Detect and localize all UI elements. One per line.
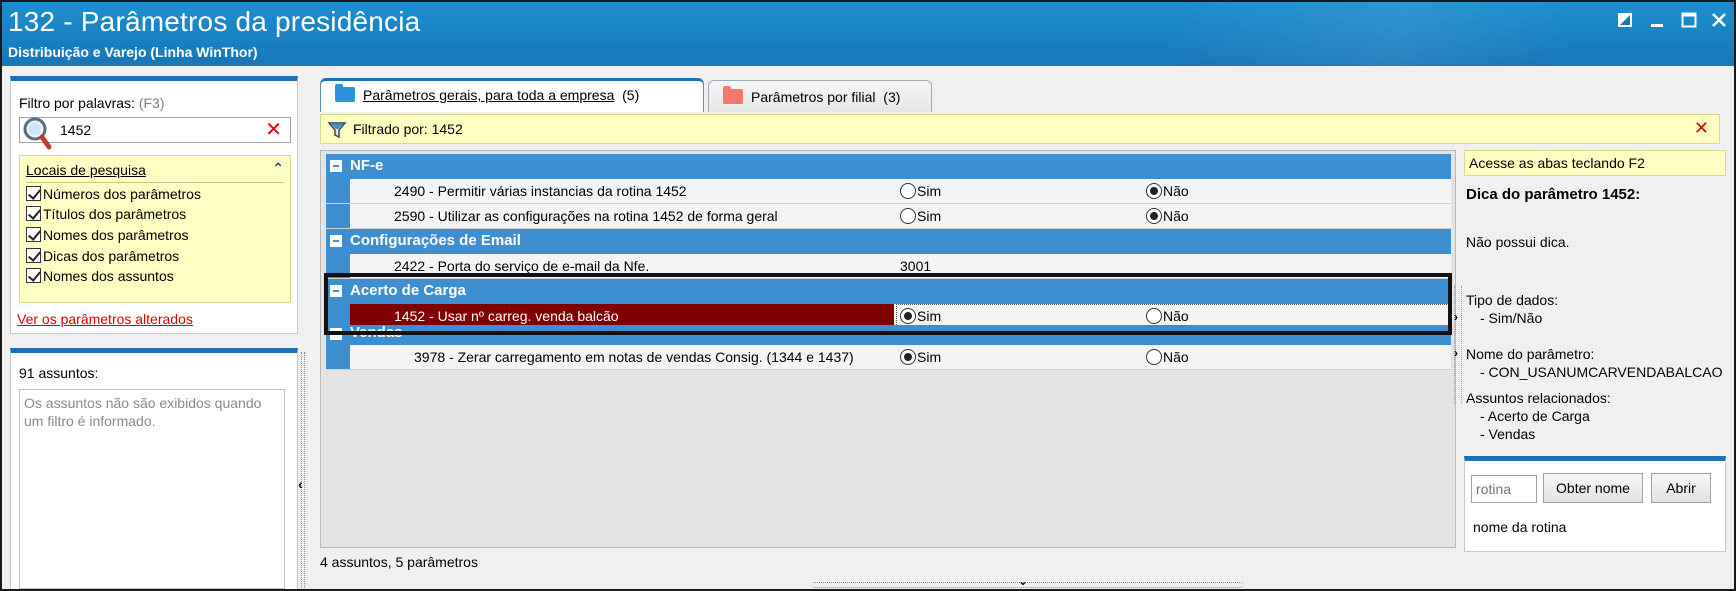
routine-name-caption: nome da rotina xyxy=(1473,519,1567,535)
group-header-nfe[interactable]: NF-e xyxy=(326,154,1451,179)
blue-folder-icon xyxy=(335,84,355,102)
subjects-count: 91 assuntos: xyxy=(19,365,99,381)
checkbox-parameter-numbers[interactable]: Números dos parâmetros xyxy=(26,186,201,206)
parameter-value[interactable]: 3001 xyxy=(900,258,931,274)
window-title: 132 - Parâmetros da presidência xyxy=(8,6,421,37)
collapse-icon[interactable] xyxy=(330,160,342,172)
clear-search-icon[interactable]: ✕ xyxy=(265,120,282,140)
status-text: 4 assuntos, 5 parâmetros xyxy=(320,554,478,570)
tip-panel: Acesse as abas teclando F2 Dica do parâm… xyxy=(1454,150,1726,580)
collapse-up-icon[interactable]: ⌃ xyxy=(272,160,284,177)
checkbox-parameter-titles[interactable]: Títulos dos parâmetros xyxy=(26,206,186,226)
get-name-button[interactable]: Obter nome xyxy=(1543,473,1643,503)
collapse-icon[interactable] xyxy=(330,328,342,340)
collapse-icon[interactable] xyxy=(330,285,342,297)
filter-text: Filtrado por: 1452 xyxy=(353,121,463,137)
radio-no[interactable]: Não xyxy=(1146,349,1189,365)
clear-filter-icon[interactable]: ✕ xyxy=(1694,118,1709,139)
checked-icon xyxy=(26,227,41,242)
collapse-icon[interactable] xyxy=(330,235,342,247)
radio-yes[interactable]: Sim xyxy=(900,183,941,199)
chevron-down-icon[interactable]: ⌄ xyxy=(1018,574,1028,588)
horizontal-splitter[interactable]: ⌄ xyxy=(812,574,1244,589)
red-folder-icon xyxy=(723,86,743,104)
checked-icon xyxy=(26,268,41,283)
filter-shortcut-hint: (F3) xyxy=(138,95,165,111)
search-locations-header[interactable]: Locais de pesquisa xyxy=(26,162,146,178)
subjects-panel: 91 assuntos: Os assuntos não são exibido… xyxy=(10,348,298,589)
related-subject: - Acerto de Carga xyxy=(1480,408,1590,424)
window-subtitle: Distribuição e Varejo (Linha WinThor) xyxy=(8,44,258,60)
parameter-name: 2422 - Porta do serviço de e-mail da Nfe… xyxy=(326,254,894,278)
routine-input[interactable] xyxy=(1471,475,1537,503)
radio-no[interactable]: Não xyxy=(1146,183,1189,199)
tab-general-parameters[interactable]: Parâmetros gerais, para toda a empresa (… xyxy=(320,78,704,112)
search-locations-panel: Locais de pesquisa ⌃ Números dos parâmet… xyxy=(19,155,291,303)
radio-yes[interactable]: Sim xyxy=(900,308,941,324)
main-window: 132 - Parâmetros da presidência Distribu… xyxy=(0,0,1736,591)
parameters-grid: NF-e 2490 - Permitir várias instancias d… xyxy=(320,150,1456,548)
open-button[interactable]: Abrir xyxy=(1651,473,1711,503)
checked-icon xyxy=(26,248,41,263)
tip-title: Dica do parâmetro 1452: xyxy=(1466,186,1641,203)
close-icon[interactable] xyxy=(1706,8,1732,32)
chevron-right-icon[interactable]: › xyxy=(1454,310,1458,324)
param-name-label: Nome do parâmetro: xyxy=(1466,346,1595,362)
minimize-icon[interactable] xyxy=(1644,8,1670,32)
radio-no[interactable]: Não xyxy=(1146,208,1189,224)
subjects-list[interactable]: Os assuntos não são exibidos quando um f… xyxy=(19,389,285,589)
chevron-right-icon[interactable]: › xyxy=(1454,346,1458,360)
search-input[interactable] xyxy=(60,121,250,139)
data-type-value: - Sim/Não xyxy=(1480,310,1543,326)
maximize-icon[interactable] xyxy=(1676,8,1702,32)
right-splitter[interactable] xyxy=(1454,286,1462,404)
table-row[interactable]: 2490 - Permitir várias instancias da rot… xyxy=(326,179,1451,204)
group-header-vendas[interactable]: Vendas xyxy=(326,325,1451,345)
radio-yes[interactable]: Sim xyxy=(900,208,941,224)
related-subjects-label: Assuntos relacionados: xyxy=(1466,390,1611,406)
filter-panel: Filtro por palavras: (F3) ✕ Locais de pe… xyxy=(10,76,298,334)
related-subject: - Vendas xyxy=(1480,426,1536,442)
parameter-name: 2590 - Utilizar as configurações na roti… xyxy=(326,204,894,228)
search-icon xyxy=(23,117,52,150)
routine-lookup: Obter nome Abrir nome da rotina xyxy=(1464,456,1726,552)
group-header-email[interactable]: Configurações de Email xyxy=(326,229,1451,254)
parameter-name: 2490 - Permitir várias instancias da rot… xyxy=(326,179,894,203)
radio-yes[interactable]: Sim xyxy=(900,349,941,365)
search-box: ✕ xyxy=(19,117,291,150)
table-row[interactable]: 2422 - Porta do serviço de e-mail da Nfe… xyxy=(326,254,1451,279)
checkbox-parameter-tips[interactable]: Dicas dos parâmetros xyxy=(26,248,179,268)
radio-no[interactable]: Não xyxy=(1146,308,1189,324)
group-header-acerto-de-carga[interactable]: Acerto de Carga xyxy=(326,279,1451,304)
filter-bar: Filtrado por: 1452 ✕ xyxy=(320,114,1720,144)
checked-icon xyxy=(26,186,41,201)
table-row[interactable]: 2590 - Utilizar as configurações na roti… xyxy=(326,204,1451,229)
tab-branch-parameters[interactable]: Parâmetros por filial (3) xyxy=(708,80,932,112)
vertical-splitter[interactable]: ‹ xyxy=(298,352,310,589)
tip-text: Não possui dica. xyxy=(1466,234,1570,250)
chevron-left-icon[interactable]: ‹ xyxy=(298,476,303,492)
table-row[interactable]: 3978 - Zerar carregamento em notas de ve… xyxy=(326,345,1451,370)
checkbox-subject-names[interactable]: Nomes dos assuntos xyxy=(26,268,174,288)
funnel-icon xyxy=(327,122,347,139)
param-name-value: - CON_USANUMCARVENDABALCAO xyxy=(1480,364,1723,380)
altered-parameters-link[interactable]: Ver os parâmetros alterados xyxy=(17,311,193,327)
data-type-label: Tipo de dados: xyxy=(1466,292,1559,308)
parameter-name: 3978 - Zerar carregamento em notas de ve… xyxy=(326,345,894,369)
checkbox-parameter-names[interactable]: Nomes dos parâmetros xyxy=(26,227,189,247)
checked-icon xyxy=(26,206,41,221)
tip-bar: Acesse as abas teclando F2 xyxy=(1464,150,1726,176)
theme-toggle-icon[interactable] xyxy=(1612,8,1638,32)
title-bar: 132 - Parâmetros da presidência Distribu… xyxy=(2,2,1734,66)
filter-label: Filtro por palavras: (F3) xyxy=(19,95,165,111)
